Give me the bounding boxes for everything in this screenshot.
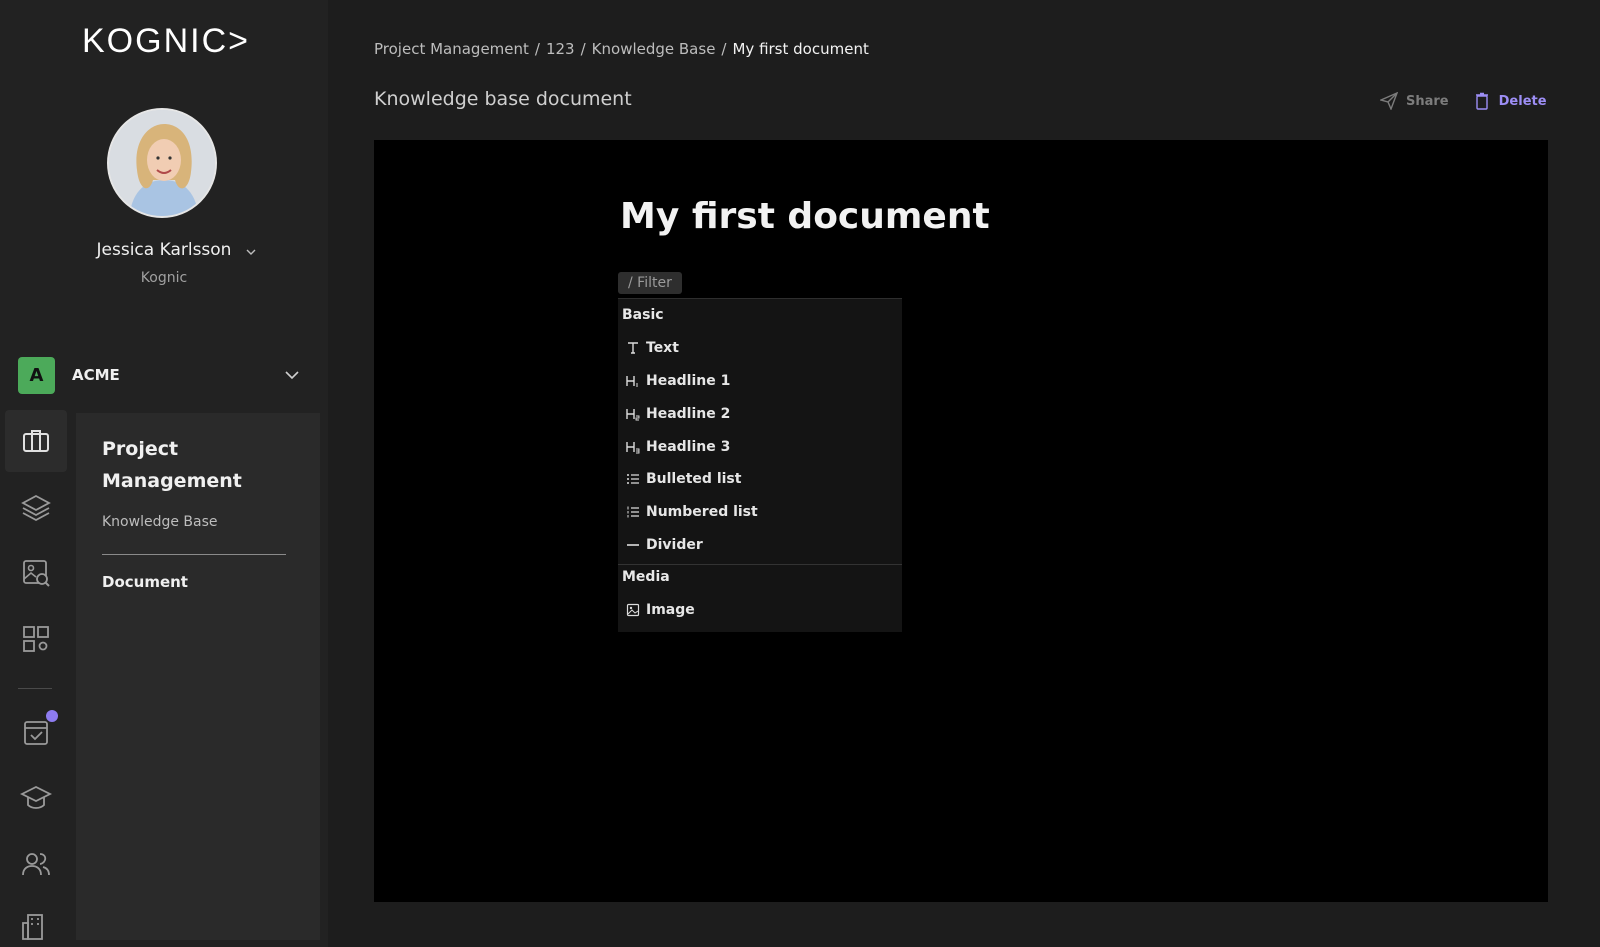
image-search-icon	[23, 560, 50, 587]
rail-item-layers[interactable]	[5, 476, 67, 538]
share-button[interactable]: Share	[1380, 92, 1449, 110]
notification-dot	[46, 710, 58, 722]
menu-item-image[interactable]: Image	[626, 599, 695, 621]
chevron-down-icon[interactable]	[245, 246, 257, 258]
subnav-item-knowledge-base[interactable]: Knowledge Base	[102, 514, 218, 530]
calendar-check-icon	[24, 721, 48, 745]
breadcrumb-separator: /	[721, 40, 727, 58]
chevron-down-icon[interactable]	[284, 369, 300, 381]
sub-navigation: Project Management Knowledge Base Docume…	[76, 413, 320, 940]
command-menu: Basic Text Headline 1 Headline 2 Headlin…	[618, 298, 902, 632]
menu-item-label: Divider	[646, 537, 703, 553]
rail-item-tasks[interactable]	[5, 701, 67, 763]
user-name: Jessica Karlsson	[96, 240, 232, 260]
breadcrumb-item[interactable]: 123	[546, 40, 575, 58]
menu-item-text[interactable]: Text	[626, 337, 679, 359]
delete-button[interactable]: Delete	[1473, 92, 1547, 110]
subnav-divider	[102, 554, 286, 555]
menu-item-headline-1[interactable]: Headline 1	[626, 370, 730, 392]
image-icon	[626, 603, 640, 617]
rail-item-projects[interactable]	[5, 410, 67, 472]
subnav-title[interactable]: Project Management	[102, 433, 302, 497]
menu-section-label: Basic	[622, 307, 664, 323]
numbered-list-icon	[626, 505, 640, 519]
layers-icon	[21, 494, 51, 522]
graduation-cap-icon	[20, 785, 52, 809]
menu-item-numbered-list[interactable]: Numbered list	[626, 501, 758, 523]
document-title[interactable]: My first document	[620, 196, 990, 237]
avatar[interactable]	[107, 108, 217, 218]
rail-item-image-review[interactable]	[5, 542, 67, 604]
apps-settings-icon	[23, 626, 49, 652]
org-name: ACME	[72, 366, 120, 384]
user-menu[interactable]: Jessica Karlsson	[0, 240, 328, 260]
org-badge: A	[18, 357, 55, 394]
breadcrumb: Project Management / 123 / Knowledge Base / My…	[374, 40, 869, 58]
bulleted-list-icon	[626, 472, 640, 486]
delete-label: Delete	[1498, 93, 1547, 109]
menu-item-label: Numbered list	[646, 504, 758, 520]
menu-item-label: Image	[646, 602, 695, 618]
menu-item-headline-3[interactable]: Headline 3	[626, 436, 730, 458]
user-org: Kognic	[140, 270, 188, 286]
rail-divider	[18, 688, 52, 689]
trash-icon	[1475, 92, 1488, 110]
heading-3-icon	[626, 440, 640, 454]
menu-item-headline-2[interactable]: Headline 2	[626, 403, 730, 425]
command-filter-input[interactable]: / Filter	[618, 272, 682, 294]
sidebar: KOGNIC> Jessica Karlsson Kognic A ACME P…	[0, 0, 328, 947]
menu-item-label: Headline 3	[646, 439, 731, 455]
heading-2-icon	[626, 407, 640, 421]
rail-item-organization[interactable]	[5, 894, 67, 947]
breadcrumb-separator: /	[534, 40, 540, 58]
main-content: Project Management / 123 / Knowledge Base / My…	[328, 0, 1600, 947]
subnav-item-document[interactable]: Document	[102, 573, 188, 591]
page-title: Knowledge base document	[374, 88, 632, 110]
breadcrumb-item[interactable]: Project Management	[374, 40, 529, 58]
menu-section-divider	[618, 564, 902, 565]
kognic-logo[interactable]: KOGNIC>	[82, 22, 250, 61]
organization-switcher[interactable]: A ACME	[18, 357, 308, 395]
menu-item-label: Bulleted list	[646, 471, 742, 487]
menu-item-label: Headline 1	[646, 373, 731, 389]
text-icon	[626, 341, 640, 355]
document-editor[interactable]: My first document / Filter Basic Text He…	[374, 140, 1548, 902]
heading-1-icon	[626, 374, 640, 388]
rail-item-apps[interactable]	[5, 608, 67, 670]
rail-item-training[interactable]	[5, 767, 67, 829]
briefcase-icon	[23, 430, 49, 452]
menu-item-divider[interactable]: Divider	[626, 534, 703, 556]
rail-item-users[interactable]	[5, 833, 67, 895]
send-icon	[1380, 92, 1398, 110]
building-settings-icon	[22, 914, 43, 940]
menu-section-label: Media	[622, 569, 670, 585]
breadcrumb-current: My first document	[732, 40, 869, 58]
icon-rail	[0, 410, 72, 947]
breadcrumb-separator: /	[580, 40, 586, 58]
menu-item-label: Headline 2	[646, 406, 731, 422]
menu-item-bulleted-list[interactable]: Bulleted list	[626, 468, 741, 490]
users-icon	[22, 853, 50, 876]
document-actions: Share Delete	[1380, 90, 1547, 112]
share-label: Share	[1406, 93, 1449, 109]
divider-icon	[626, 538, 640, 552]
app-root: KOGNIC> Jessica Karlsson Kognic A ACME P…	[0, 0, 1600, 947]
menu-item-label: Text	[646, 340, 679, 356]
breadcrumb-item[interactable]: Knowledge Base	[592, 40, 716, 58]
